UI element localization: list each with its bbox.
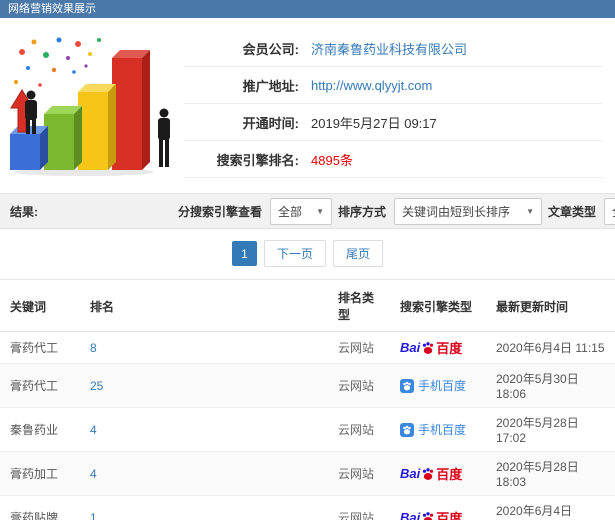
updated-cell: 2020年6月4日 16:55 bbox=[486, 495, 615, 520]
sort-filter-value: 关键词由短到长排序 bbox=[402, 204, 511, 219]
marketing-report-page: 网络营销效果展示 会员公司: 济南秦鲁药业科技有限公司 推广地址: http:/… bbox=[0, 0, 615, 520]
page-1-button[interactable]: 1 bbox=[231, 241, 257, 266]
businessman-figure-right bbox=[158, 108, 170, 167]
rank-cell[interactable]: 25 bbox=[80, 363, 328, 408]
keyword-ranking-table: 关键词 排名 排名类型 搜索引擎类型 最新更新时间 膏药代工 8 云网站 Bai 百度 … bbox=[0, 280, 615, 520]
mobile-baidu-logo: 手机百度 bbox=[400, 377, 466, 394]
mobile-baidu-icon bbox=[400, 422, 414, 437]
info-value: 4895条 bbox=[311, 152, 353, 168]
mobile-baidu-label: 手机百度 bbox=[418, 423, 467, 437]
engine-filter-select[interactable]: 全部 ▼ bbox=[270, 197, 333, 225]
engine-cell: Bai 百度 bbox=[390, 495, 486, 520]
chevron-down-icon: ▼ bbox=[316, 206, 325, 216]
updated-cell: 2020年6月4日 11:15 bbox=[486, 331, 615, 364]
results-filter-bar: 结果: 分搜索引擎查看 全部 ▼ 排序方式 关键词由短到长排序 ▼ 文章类型 全… bbox=[0, 193, 615, 229]
baidu-paw-icon bbox=[423, 341, 434, 354]
table-row: 膏药代工 8 云网站 Bai 百度 2020年6月4日 11:15 bbox=[0, 331, 615, 364]
baidu-paw-icon bbox=[423, 511, 434, 520]
engine-cell: 手机百度 bbox=[390, 363, 486, 408]
mobile-baidu-icon bbox=[400, 378, 414, 393]
rank-cell[interactable]: 8 bbox=[80, 331, 328, 364]
updated-cell: 2020年5月28日 17:02 bbox=[486, 407, 615, 452]
keyword-cell: 膏药加工 bbox=[0, 451, 80, 496]
info-value[interactable]: http://www.qlyyjt.com bbox=[311, 78, 432, 93]
updated-cell: 2020年5月28日 18:03 bbox=[486, 451, 615, 496]
baidu-pc-logo: Bai 百度 bbox=[400, 338, 462, 357]
confetti-dots bbox=[14, 37, 101, 87]
growth-chart-illustration bbox=[4, 30, 184, 185]
bar-chart-graphic bbox=[10, 37, 170, 176]
mobile-baidu-logo: 手机百度 bbox=[400, 421, 466, 438]
rank-type-cell: 云网站 bbox=[328, 407, 390, 452]
baidu-logo-du-text: 百度 bbox=[436, 511, 463, 520]
filter-controls: 分搜索引擎查看 全部 ▼ 排序方式 关键词由短到长排序 ▼ 文章类型 全部 ▼ … bbox=[178, 188, 615, 234]
column-header: 最新更新时间 bbox=[486, 280, 615, 332]
keyword-cell: 秦鲁药业 bbox=[0, 407, 80, 452]
info-label: 开通时间: bbox=[242, 115, 299, 131]
pagination: 1 下一页 尾页 bbox=[0, 229, 615, 280]
engine-filter-label: 分搜索引擎查看 bbox=[178, 204, 263, 219]
info-row: 搜索引擎排名: 4895条 bbox=[184, 141, 603, 178]
column-header: 关键词 bbox=[0, 280, 80, 332]
info-label: 搜索引擎排名: bbox=[216, 152, 299, 168]
table-row: 膏药贴牌 1 云网站 Bai 百度 2020年6月4日 16:55 bbox=[0, 495, 615, 520]
info-row: 开通时间: 2019年5月27日 09:17 bbox=[184, 104, 603, 141]
page-title: 网络营销效果展示 bbox=[8, 3, 96, 15]
rank-type-cell: 云网站 bbox=[328, 495, 390, 520]
baidu-logo-du-text: 百度 bbox=[436, 341, 463, 356]
info-label: 会员公司: bbox=[242, 41, 299, 57]
sort-filter-label: 排序方式 bbox=[338, 204, 387, 219]
info-value[interactable]: 济南秦鲁药业科技有限公司 bbox=[311, 39, 467, 58]
info-label: 推广地址: bbox=[242, 78, 299, 94]
article-type-label: 文章类型 bbox=[548, 204, 597, 219]
rank-type-cell: 云网站 bbox=[328, 331, 390, 364]
rank-cell[interactable]: 4 bbox=[80, 451, 328, 496]
chevron-down-icon: ▼ bbox=[526, 206, 535, 216]
info-row: 推广地址: http://www.qlyyjt.com bbox=[184, 67, 603, 104]
info-panel: 会员公司: 济南秦鲁药业科技有限公司 推广地址: http://www.qlyy… bbox=[184, 30, 607, 185]
baidu-logo-bai-text: Bai bbox=[400, 466, 421, 481]
title-bar: 网络营销效果展示 bbox=[0, 0, 615, 18]
sort-filter-select[interactable]: 关键词由短到长排序 ▼ bbox=[394, 197, 543, 225]
article-type-select[interactable]: 全部 ▼ bbox=[604, 197, 615, 225]
member-info-section: 会员公司: 济南秦鲁药业科技有限公司 推广地址: http://www.qlyy… bbox=[0, 18, 615, 187]
baidu-paw-icon bbox=[423, 467, 434, 480]
engine-filter-value: 全部 bbox=[278, 204, 303, 219]
rank-type-cell: 云网站 bbox=[328, 363, 390, 408]
column-header: 排名 bbox=[80, 280, 328, 332]
mobile-baidu-label: 手机百度 bbox=[418, 379, 467, 393]
keyword-cell: 膏药代工 bbox=[0, 363, 80, 408]
updated-cell: 2020年5月30日 18:06 bbox=[486, 363, 615, 408]
info-value: 2019年5月27日 09:17 bbox=[311, 115, 437, 131]
baidu-pc-logo: Bai 百度 bbox=[400, 508, 462, 520]
baidu-logo-bai-text: Bai bbox=[400, 340, 421, 355]
baidu-logo-du-text: 百度 bbox=[436, 467, 463, 482]
keyword-cell: 膏药代工 bbox=[0, 331, 80, 364]
next-page-button[interactable]: 下一页 bbox=[263, 240, 326, 267]
engine-cell: 手机百度 bbox=[390, 407, 486, 452]
baidu-pc-logo: Bai 百度 bbox=[400, 464, 462, 483]
engine-cell: Bai 百度 bbox=[390, 451, 486, 496]
table-row: 膏药加工 4 云网站 Bai 百度 2020年5月28日 18:03 bbox=[0, 451, 615, 496]
table-row: 膏药代工 25 云网站 手机百度 2020年5月30日 18:06 bbox=[0, 363, 615, 408]
results-label: 结果: bbox=[10, 204, 38, 219]
info-row: 会员公司: 济南秦鲁药业科技有限公司 bbox=[184, 30, 603, 67]
keyword-cell: 膏药贴牌 bbox=[0, 495, 80, 520]
engine-cell: Bai 百度 bbox=[390, 331, 486, 364]
column-header: 排名类型 bbox=[328, 280, 390, 332]
rank-cell[interactable]: 4 bbox=[80, 407, 328, 452]
rank-cell[interactable]: 1 bbox=[80, 495, 328, 520]
table-header-row: 关键词 排名 排名类型 搜索引擎类型 最新更新时间 bbox=[0, 280, 615, 332]
last-page-button[interactable]: 尾页 bbox=[333, 240, 384, 267]
rank-type-cell: 云网站 bbox=[328, 451, 390, 496]
column-header: 搜索引擎类型 bbox=[390, 280, 486, 332]
baidu-logo-bai-text: Bai bbox=[400, 510, 421, 520]
table-row: 秦鲁药业 4 云网站 手机百度 2020年5月28日 17:02 bbox=[0, 407, 615, 452]
